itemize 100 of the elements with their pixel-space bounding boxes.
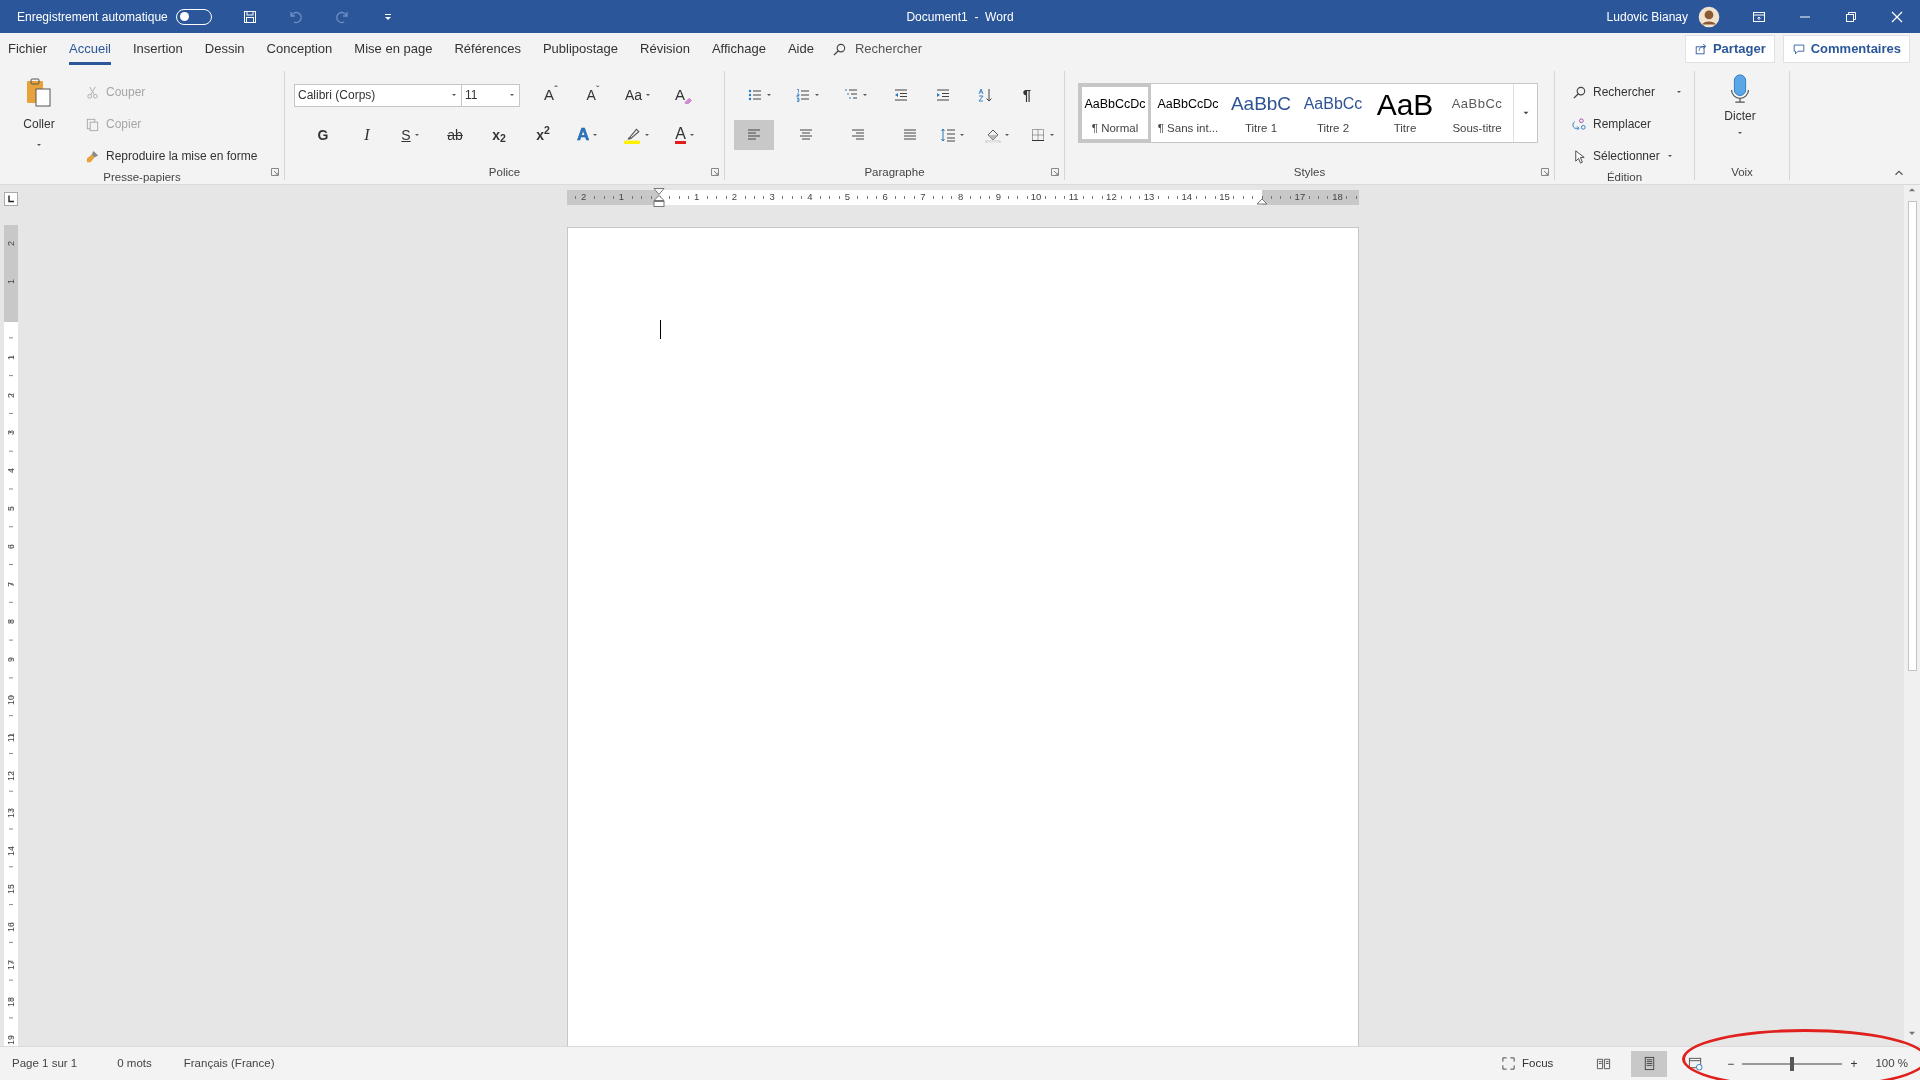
group-label: Édition: [1606, 170, 1643, 185]
caret-icon: [508, 91, 516, 99]
zoom-slider-thumb[interactable]: [1790, 1056, 1795, 1071]
ruler-number: 5: [6, 506, 16, 511]
style-name: Titre 2: [1316, 120, 1350, 136]
tab-stop-icon[interactable]: [4, 192, 18, 206]
align-left-button[interactable]: [734, 120, 775, 150]
ruler-number: 12: [1106, 191, 1117, 203]
font-size-field[interactable]: 11: [462, 83, 520, 107]
clear-formatting-button[interactable]: A: [669, 80, 700, 110]
menu-tab[interactable]: Fichier: [8, 32, 47, 66]
avatar-icon[interactable]: [1698, 5, 1720, 28]
ruler-number: 10: [6, 695, 16, 705]
ruler-number: 4: [807, 191, 813, 203]
shading-icon: [984, 127, 1001, 143]
page-count[interactable]: Page 1 sur 1: [12, 1054, 78, 1073]
underline-button[interactable]: S: [396, 120, 426, 150]
dialog-launcher-icon[interactable]: [710, 167, 720, 177]
style-preview: AaB: [1376, 91, 1434, 117]
font-color-button[interactable]: A: [670, 120, 701, 150]
decrease-indent-icon: [893, 87, 909, 103]
group-label: Paragraphe: [864, 165, 925, 180]
replace-icon: [1572, 116, 1587, 132]
borders-icon: [1029, 127, 1046, 143]
show-formatting-button[interactable]: ¶: [1012, 80, 1042, 110]
print-layout-button[interactable]: [1631, 1050, 1668, 1077]
scrollbar-thumb[interactable]: [1907, 201, 1917, 671]
dictate-button[interactable]: Dicter: [1700, 71, 1780, 159]
menu-tab[interactable]: Mise en page: [354, 32, 433, 66]
replace-button[interactable]: Remplacer: [1568, 111, 1688, 137]
menu-tab[interactable]: Références: [454, 32, 521, 66]
subscript-button[interactable]: x$_{2}$: [484, 120, 514, 150]
align-center-icon: [798, 127, 815, 143]
menu-tab[interactable]: Insertion: [132, 32, 183, 66]
ruler-number: 14: [6, 846, 16, 857]
ruler-number: 2: [580, 191, 587, 203]
indent-marker-icon[interactable]: [653, 188, 665, 207]
search-icon: [1572, 84, 1587, 100]
caret-icon: [765, 91, 773, 99]
superscript-button[interactable]: x$^{2}$: [528, 120, 558, 150]
zoom-percent[interactable]: 100 %: [1875, 1054, 1908, 1073]
numbered-list-icon: [795, 87, 811, 103]
style-option[interactable]: AaBbCcDc ¶ Normal: [1079, 84, 1151, 142]
grow-font-button[interactable]: A$^{ˆ}$: [536, 80, 566, 110]
ruler-number: 15: [1219, 191, 1230, 203]
bold-button[interactable]: G: [308, 120, 338, 150]
line-spacing-icon: [939, 127, 956, 143]
text-effects-button[interactable]: A: [572, 120, 605, 150]
find-button[interactable]: Rechercher: [1568, 79, 1688, 105]
caret-icon: [35, 141, 43, 149]
italic-button[interactable]: I: [352, 120, 382, 150]
dialog-launcher-icon[interactable]: [1050, 167, 1060, 177]
ruler-number: 7: [6, 581, 16, 587]
shrink-font-button[interactable]: A$^{ˇ}$: [578, 80, 608, 110]
font-name-field[interactable]: Calibri (Corps): [294, 83, 462, 107]
change-case-button[interactable]: Aa: [620, 80, 658, 110]
strikethrough-button[interactable]: ab: [440, 120, 470, 150]
paintbrush-icon: [85, 148, 100, 164]
ruler-number: 14: [1181, 191, 1193, 203]
share-button[interactable]: Partager: [1684, 35, 1775, 63]
menu-tab[interactable]: Aide: [787, 32, 814, 66]
menu-tab[interactable]: Conception: [266, 32, 333, 66]
style-preview: AaBbCc: [1303, 94, 1363, 114]
increase-indent-icon: [935, 87, 951, 103]
menu-tab[interactable]: Dessin: [204, 32, 245, 66]
ruler-number: 4: [6, 468, 16, 474]
dialog-launcher-icon[interactable]: [1540, 167, 1550, 177]
clipboard-button[interactable]: Reproduire la mise en forme: [81, 143, 262, 169]
paste-button[interactable]: Coller: [5, 71, 73, 159]
ruler-number: 13: [1143, 191, 1155, 203]
focus-button[interactable]: Focus: [1497, 1050, 1558, 1077]
comments-button[interactable]: Commentaires: [1782, 35, 1910, 63]
ruler-number: 12: [6, 770, 16, 781]
vertical-scrollbar[interactable]: [1904, 185, 1920, 1046]
align-left-icon: [746, 127, 762, 143]
language-indicator[interactable]: Français (France): [183, 1054, 275, 1073]
search-icon: [831, 41, 847, 57]
zoom-out-button[interactable]: −: [1723, 1050, 1739, 1077]
save-icon[interactable]: [241, 8, 258, 25]
ruler-number: 1: [618, 191, 624, 203]
clipboard-icon: [24, 77, 54, 107]
zoom-in-button[interactable]: +: [1846, 1050, 1862, 1077]
ruler-number: 16: [6, 921, 16, 932]
tell-me-field[interactable]: Rechercher: [831, 39, 923, 59]
ruler-number: 18: [6, 997, 16, 1008]
style-name: ¶ Sans int...: [1157, 120, 1219, 136]
ruler-number: 11: [6, 732, 16, 743]
dialog-launcher-icon[interactable]: [270, 167, 280, 177]
menu-tab[interactable]: Publipostage: [542, 32, 619, 66]
document-title: Document1 - Word: [906, 8, 1014, 26]
ruler-number: 9: [6, 657, 16, 663]
caret-icon: [644, 91, 653, 99]
caret-icon: [1736, 129, 1744, 137]
word-count[interactable]: 0 mots: [117, 1054, 152, 1073]
menu-tab[interactable]: Affichage: [711, 32, 766, 66]
ruler-number: 13: [6, 808, 16, 819]
menu-tab[interactable]: Révision: [640, 32, 690, 66]
select-button[interactable]: Sélectionner: [1568, 143, 1688, 169]
ruler-number: 17: [1294, 191, 1306, 203]
ruler-number: 1: [6, 279, 16, 285]
